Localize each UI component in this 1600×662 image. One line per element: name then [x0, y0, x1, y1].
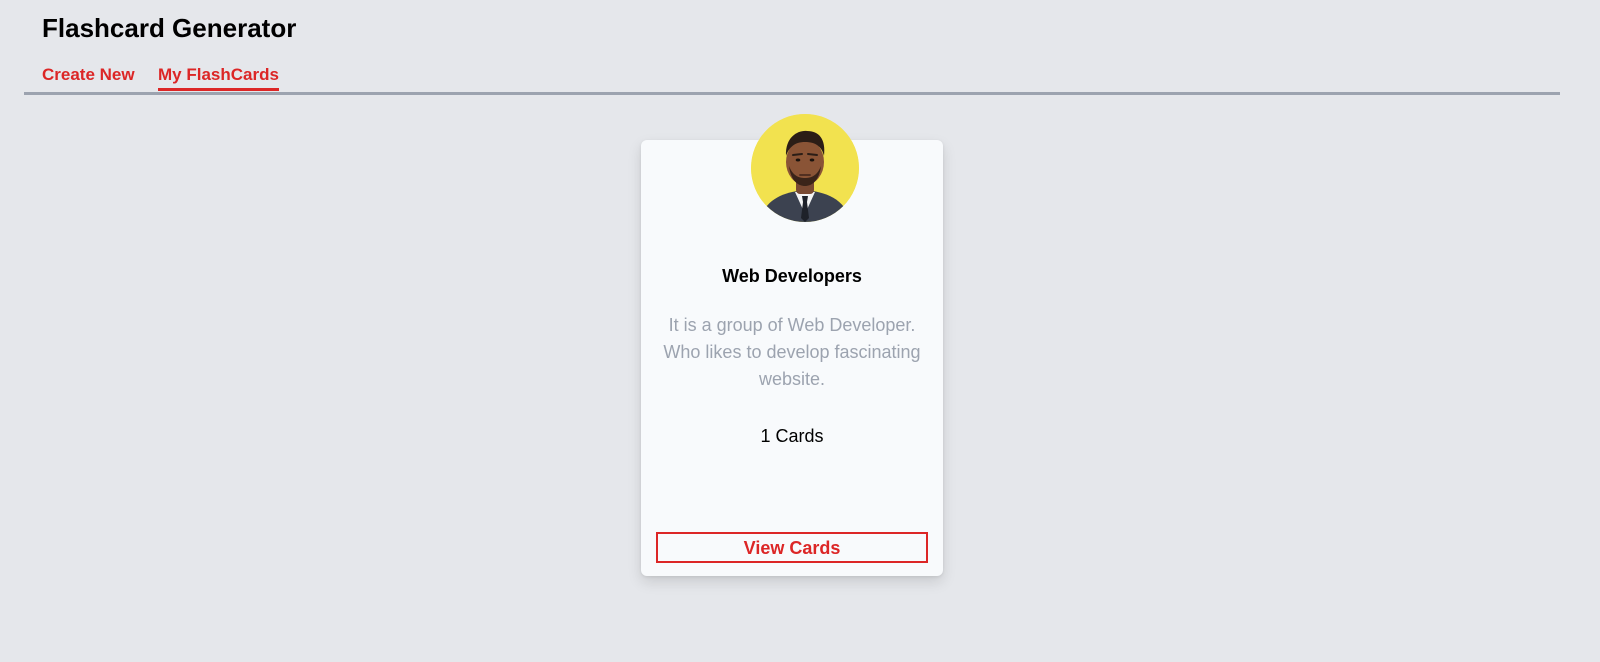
avatar	[751, 114, 859, 222]
app-title: Flashcard Generator	[42, 13, 297, 43]
tab-create-new[interactable]: Create New	[42, 64, 135, 86]
card-count: 1 Cards	[760, 426, 824, 446]
view-cards-button[interactable]: View Cards	[656, 532, 928, 563]
main-nav: Create New My FlashCards	[24, 64, 1560, 95]
flashcard-group-card: Web Developers It is a group of Web Deve…	[641, 114, 943, 576]
user-avatar-icon	[751, 114, 859, 222]
tab-my-flashcards[interactable]: My FlashCards	[158, 64, 279, 91]
card-title: Web Developers	[722, 266, 862, 286]
card-description: It is a group of Web Developer. Who like…	[663, 315, 921, 389]
